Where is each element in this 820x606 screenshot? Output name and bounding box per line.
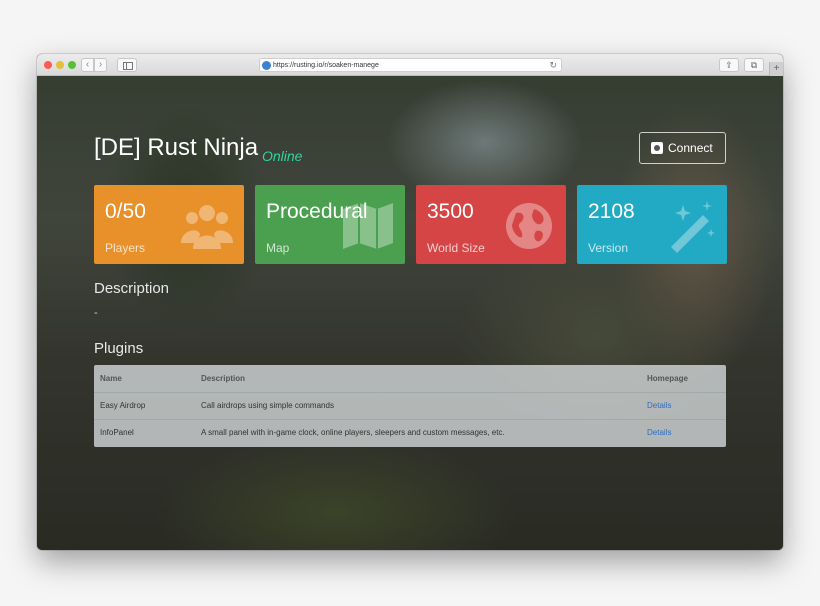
column-header-description: Description [201, 374, 246, 383]
status-badge: Online [262, 148, 303, 164]
description-text: - [94, 307, 98, 319]
url-text: https://rusting.io/r/soaken-manege [273, 62, 379, 69]
browser-titlebar: ‹ › https://rusting.io/r/soaken-manege ↻… [37, 54, 783, 76]
stat-card-world-size: 3500 World Size [416, 185, 566, 264]
stat-label: Map [266, 241, 290, 255]
stat-value: 0/50 [105, 200, 146, 223]
stat-card-players: 0/50 Players [94, 185, 244, 264]
table-row: InfoPanel A small panel with in-game clo… [94, 419, 726, 446]
connect-button[interactable]: Connect [639, 132, 726, 164]
connect-button-label: Connect [668, 141, 713, 155]
browser-window: ‹ › https://rusting.io/r/soaken-manege ↻… [37, 54, 783, 550]
plugins-table: Name Description Homepage Easy Airdrop C… [94, 365, 726, 447]
stat-label: Version [588, 241, 629, 255]
description-heading: Description [94, 280, 170, 297]
page-title: [DE] Rust Ninja [94, 134, 259, 161]
reload-icon[interactable]: ↻ [549, 59, 557, 71]
zoom-window-button[interactable] [68, 61, 76, 69]
sidebar-toggle-button[interactable] [117, 58, 137, 72]
table-row: Easy Airdrop Call airdrops using simple … [94, 392, 726, 419]
new-tab-button[interactable]: + [769, 62, 783, 76]
back-button[interactable]: ‹ [81, 58, 94, 72]
column-header-homepage: Homepage [647, 374, 688, 383]
stat-card-map: Procedural Map [255, 185, 405, 264]
page-content: [DE] Rust Ninja Online Connect 0/50 Play… [37, 76, 783, 550]
column-header-name: Name [100, 374, 122, 383]
users-icon [181, 205, 233, 249]
forward-button[interactable]: › [94, 58, 107, 72]
stat-label: World Size [427, 241, 485, 255]
plugin-details-link[interactable]: Details [647, 420, 671, 446]
plugin-name: InfoPanel [100, 428, 134, 437]
share-button[interactable]: ⇪ [719, 58, 739, 72]
globe-icon [506, 203, 552, 249]
show-tabs-button[interactable]: ⧉ [744, 58, 764, 72]
close-window-button[interactable] [44, 61, 52, 69]
address-bar[interactable]: https://rusting.io/r/soaken-manege ↻ [259, 58, 562, 72]
stat-label: Players [105, 241, 146, 255]
stat-value: 3500 [427, 200, 474, 223]
plugin-description: A small panel with in-game clock, online… [201, 428, 505, 437]
globe-icon [262, 61, 271, 70]
steam-icon [651, 142, 663, 154]
plugin-description: Call airdrops using simple commands [201, 401, 334, 410]
plugins-heading: Plugins [94, 340, 144, 357]
plugin-name: Easy Airdrop [100, 401, 146, 410]
stat-value: 2108 [588, 200, 635, 223]
plugin-details-link[interactable]: Details [647, 393, 671, 419]
minimize-window-button[interactable] [56, 61, 64, 69]
stat-card-version: 2108 Version [577, 185, 727, 264]
magic-wand-icon [671, 201, 715, 253]
stat-value: Procedural [266, 200, 368, 223]
